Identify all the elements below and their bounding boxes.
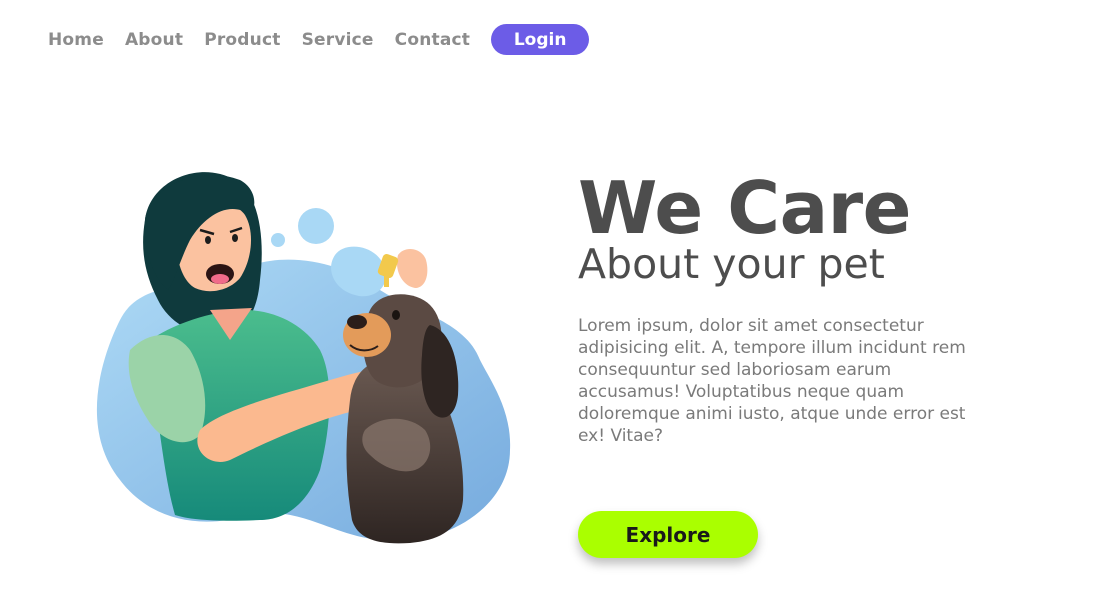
hero-description: Lorem ipsum, dolor sit amet consectetur … <box>578 316 966 446</box>
nav-link-about[interactable]: About <box>125 30 183 50</box>
top-navigation: Home About Product Service Contact Login <box>48 24 590 55</box>
login-button[interactable]: Login <box>491 24 590 55</box>
nav-link-contact[interactable]: Contact <box>395 30 470 50</box>
explore-button[interactable]: Explore <box>578 511 758 558</box>
nav-link-product[interactable]: Product <box>204 30 280 50</box>
hero-illustration <box>80 160 520 550</box>
hero-subtitle: About your pet <box>578 240 885 288</box>
woman-with-dog-illustration <box>96 172 511 544</box>
hero-title: We Care <box>578 166 912 250</box>
nav-link-service[interactable]: Service <box>302 30 374 50</box>
nav-link-home[interactable]: Home <box>48 30 104 50</box>
hero-section: We Care About your pet Lorem ipsum, dolo… <box>578 165 978 447</box>
landing-page: Home About Product Service Contact Login <box>0 0 1117 594</box>
